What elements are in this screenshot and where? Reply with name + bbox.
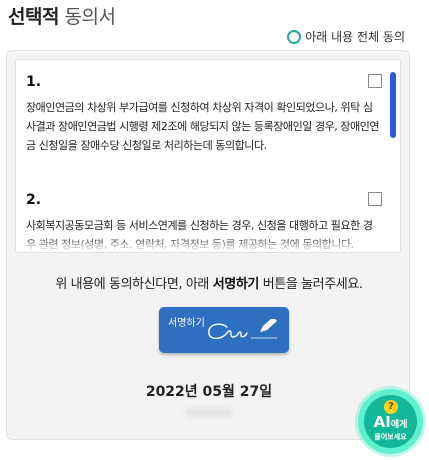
question-icon: ? <box>384 400 398 414</box>
blurred-signer-name <box>185 408 233 417</box>
ai-assistant-subtitle: 물어보세요 <box>374 433 407 441</box>
term-number: 2. <box>26 192 42 208</box>
terms-scroll-box[interactable]: 1. 장애인연금의 차상위 부가급여를 신청하여 차상위 자격이 확인되었으나,… <box>15 59 401 253</box>
agree-all-radio[interactable] <box>287 29 302 44</box>
page-title: 선택적 동의서 <box>8 2 116 29</box>
ai-assistant-button[interactable]: ? AI에게 물어보세요 <box>358 389 423 454</box>
instruction-after: 버튼을 눌러주세요. <box>258 277 363 292</box>
ai-title-strong: AI <box>373 413 391 431</box>
sign-button[interactable]: 서명하기 <box>159 307 289 353</box>
instruction-before: 위 내용에 동의하신다면, 아래 <box>55 277 213 292</box>
ai-assistant-inner: ? AI에게 물어보세요 <box>364 395 417 448</box>
agree-all-option[interactable]: 아래 내용 전체 동의 <box>287 28 405 45</box>
ai-title-small: 에게 <box>390 420 408 430</box>
ai-assistant-title: AI에게 <box>364 413 417 431</box>
term-checkbox[interactable] <box>368 74 382 88</box>
scroll-fade <box>16 236 400 252</box>
instruction-highlight: 서명하기 <box>212 277 260 292</box>
term-number: 1. <box>26 74 42 90</box>
scrollbar-thumb[interactable] <box>390 72 396 138</box>
page-title-rest: 동의서 <box>64 6 116 28</box>
page-title-bold: 선택적 <box>8 6 59 28</box>
term-text: 장애인연금의 차상위 부가급여를 신청하여 차상위 자격이 확인되었으나, 위탁… <box>26 101 380 152</box>
sign-instruction: 위 내용에 동의하신다면, 아래 서명하기 버튼을 눌러주세요. <box>7 273 411 292</box>
consent-panel: 1. 장애인연금의 차상위 부가급여를 신청하여 차상위 자격이 확인되었으나,… <box>6 50 410 440</box>
sign-date: 2022년 05월 27일 <box>145 384 273 400</box>
term-item: 1. 장애인연금의 차상위 부가급여를 신청하여 차상위 자격이 확인되었으나,… <box>26 70 382 155</box>
term-checkbox[interactable] <box>368 192 382 206</box>
sign-button-label: 서명하기 <box>168 318 205 329</box>
signature-pen-icon <box>205 317 279 349</box>
consent-page: 선택적 동의서 아래 내용 전체 동의 1. 장애인연금의 차상위 부가급여를 … <box>0 0 429 460</box>
agree-all-label: 아래 내용 전체 동의 <box>305 30 405 44</box>
